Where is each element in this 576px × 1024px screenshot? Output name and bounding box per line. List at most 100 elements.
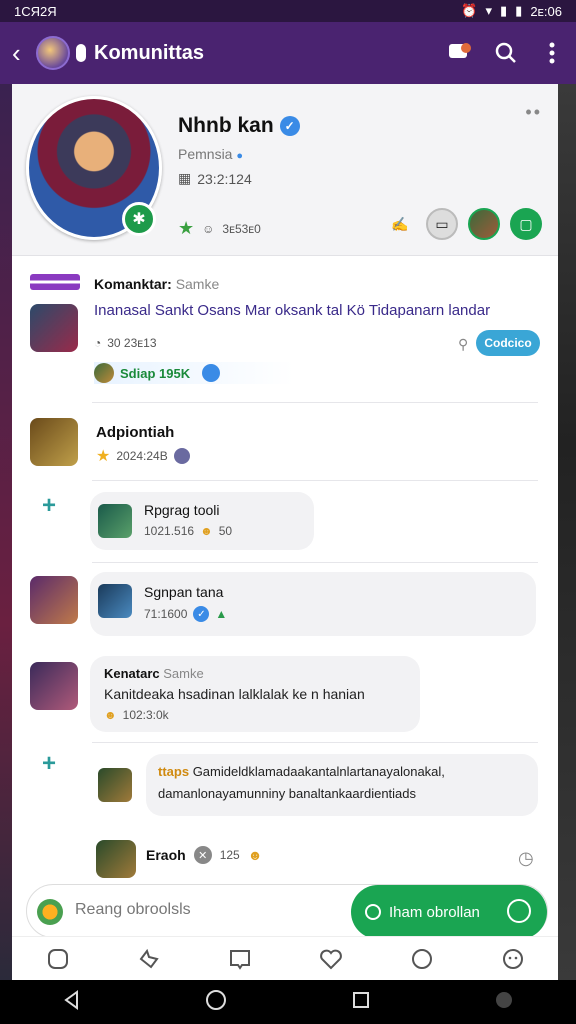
verified-icon: ✓ xyxy=(193,606,210,622)
comment-post: Komanktar: Samke Inanasal Sankt Osans Ma… xyxy=(12,260,558,400)
reply-avatar[interactable] xyxy=(98,768,132,802)
reply-tag: ttaps xyxy=(158,764,190,779)
community-card: ✱ Nhnb kan ✓ Pemnsia ● ▦ 23:2:124 ★ ☺ 3ᴇ… xyxy=(12,84,558,980)
emoji-icon: ☺ xyxy=(202,221,215,236)
heart-icon[interactable] xyxy=(317,945,345,973)
wifi-icon: ▾ xyxy=(485,3,493,18)
expand-icon[interactable]: + xyxy=(42,492,56,520)
comment-meta-row: ☻ 102:3:0k xyxy=(104,708,169,722)
alarm-icon: ⏰ xyxy=(461,3,478,18)
friend-avatar[interactable] xyxy=(468,208,500,240)
reply-meta-row: 1021.516 ☻ 50 xyxy=(144,524,232,538)
reply-meta-row: 71:1600 ✓ ▲ xyxy=(144,606,227,622)
reply-avatar[interactable] xyxy=(98,504,132,538)
tag-chip[interactable]: Codcico xyxy=(476,330,540,356)
reply-meta: 71:1600 xyxy=(144,607,188,621)
comment-text: Kanitdeaka hsadinan lalklalak ke n hania… xyxy=(104,686,365,702)
background-right xyxy=(558,84,576,984)
emoji-icon: ☻ xyxy=(104,708,117,722)
more-vert-icon[interactable] xyxy=(540,41,564,65)
profile-actions: ✍ ▭ ▢ xyxy=(384,208,542,240)
back-icon[interactable]: ‹ xyxy=(12,38,34,69)
profile-date: 23:2:124 xyxy=(197,170,252,187)
divider xyxy=(92,742,538,743)
emoji-icon: ☻ xyxy=(200,524,213,538)
post-author-row: Eraoh ✕ 125 ☻ xyxy=(146,846,262,864)
message-icon[interactable]: ▭ xyxy=(426,208,458,240)
app-bar: ‹ Komunittas xyxy=(0,22,576,84)
category-icon xyxy=(30,274,80,290)
like-icon[interactable] xyxy=(135,945,163,973)
profile-more-icon[interactable]: •• xyxy=(525,102,542,123)
comment-sub: Samke xyxy=(175,276,220,292)
status-clock: 2ᴇ:06 xyxy=(530,3,562,19)
likes-row: Sdiap 195K xyxy=(94,362,294,384)
comment-sub: Samke xyxy=(163,666,204,681)
divider xyxy=(92,480,538,481)
post-avatar[interactable] xyxy=(96,840,136,878)
post-avatar[interactable] xyxy=(30,418,78,466)
post-avatar[interactable] xyxy=(30,662,78,710)
star-icon: ★ xyxy=(96,448,111,465)
post-author: Eraoh xyxy=(146,847,186,863)
community-avatar[interactable] xyxy=(36,36,70,70)
search-icon[interactable] xyxy=(494,41,518,65)
level-badge-icon: ✱ xyxy=(122,202,156,236)
profile-name: Nhnb kan xyxy=(178,114,274,137)
post-time: 30 23ᴇ13 xyxy=(107,336,157,350)
bookmark-icon[interactable] xyxy=(226,945,254,973)
nav-recents-icon[interactable] xyxy=(351,990,371,1015)
share-icon[interactable] xyxy=(408,945,436,973)
profile-date-row: ▦ 23:2:124 xyxy=(178,170,252,187)
reply-text: Gamideldklamadaakantalnlartanayalonakal, xyxy=(192,764,445,779)
bottom-tab-bar xyxy=(12,936,558,980)
post-avatar[interactable] xyxy=(30,576,78,624)
expand-icon[interactable]: + xyxy=(42,750,56,778)
status-bar: 1CЯ2Я ⏰ ▾ ▮ ▮ 2ᴇ:06 xyxy=(0,0,576,22)
nav-back-icon[interactable] xyxy=(62,989,82,1015)
liker-avatar xyxy=(94,363,114,383)
background-left xyxy=(0,84,12,984)
post-text: Inanasal Sankt Osans Mar oksank tal Kö T… xyxy=(94,302,491,319)
reply-bubble[interactable] xyxy=(90,572,536,636)
chat-icon[interactable] xyxy=(448,41,472,65)
comment-header: Kenatarc Samke xyxy=(104,666,204,681)
reply-text-line1: ttaps Gamideldklamadaakantalnlartanayalo… xyxy=(158,764,532,779)
message-input[interactable]: Reang obroolsls xyxy=(75,901,191,919)
profile-stats-row: ★ ☺ 3ᴇ53ᴇ0 xyxy=(178,218,261,239)
post-meta: 125 xyxy=(219,848,240,862)
profile-stats: 3ᴇ53ᴇ0 xyxy=(222,221,261,236)
status-icons: ⏰ ▾ ▮ ▮ 2ᴇ:06 xyxy=(461,3,562,19)
profile-icon[interactable] xyxy=(499,945,527,973)
compose-bar: Reang obroolsls Iham obrollan xyxy=(26,884,548,939)
divider xyxy=(92,562,538,563)
page-title: Komunittas xyxy=(94,41,204,64)
home-icon[interactable] xyxy=(44,945,72,973)
reply-text-line2: damanlonayamunniny banaltankaardientiads xyxy=(158,786,417,801)
pin-icon[interactable]: ⚲ xyxy=(458,336,468,353)
plus-circle-icon xyxy=(365,904,381,920)
verified-icon: ✓ xyxy=(279,116,300,136)
post-avatar[interactable] xyxy=(30,304,78,352)
profile-header: ✱ Nhnb kan ✓ Pemnsia ● ▦ 23:2:124 ★ ☺ 3ᴇ… xyxy=(12,84,558,256)
reply-avatar[interactable] xyxy=(98,584,132,618)
close-icon[interactable]: ✕ xyxy=(193,846,212,864)
online-indicator xyxy=(76,44,86,62)
profile-name-row: Nhnb kan ✓ xyxy=(178,114,300,138)
nav-home-icon[interactable] xyxy=(205,989,227,1016)
nav-assistant-icon[interactable] xyxy=(494,990,514,1015)
likes-count: Sdiap 195K xyxy=(120,365,191,381)
send-button[interactable]: Iham obrollan xyxy=(351,885,547,939)
mic-icon[interactable] xyxy=(507,899,531,923)
post-author: Adpiontiah xyxy=(96,424,175,441)
reply-author: Sgnpan tana xyxy=(144,584,224,600)
globe-icon xyxy=(173,448,190,464)
comment-time: 102:3:0k xyxy=(122,708,169,722)
chat-bubble-icon[interactable]: ▢ xyxy=(510,208,542,240)
signal-icon: ▮ xyxy=(500,3,508,18)
history-icon[interactable]: ◷ xyxy=(518,848,534,869)
battery-icon: ▮ xyxy=(515,3,523,18)
post-time-row: ◔ 30 23ᴇ13 xyxy=(94,336,157,350)
handshake-icon[interactable]: ✍ xyxy=(384,208,416,240)
emoji-picker-icon[interactable] xyxy=(37,899,63,925)
